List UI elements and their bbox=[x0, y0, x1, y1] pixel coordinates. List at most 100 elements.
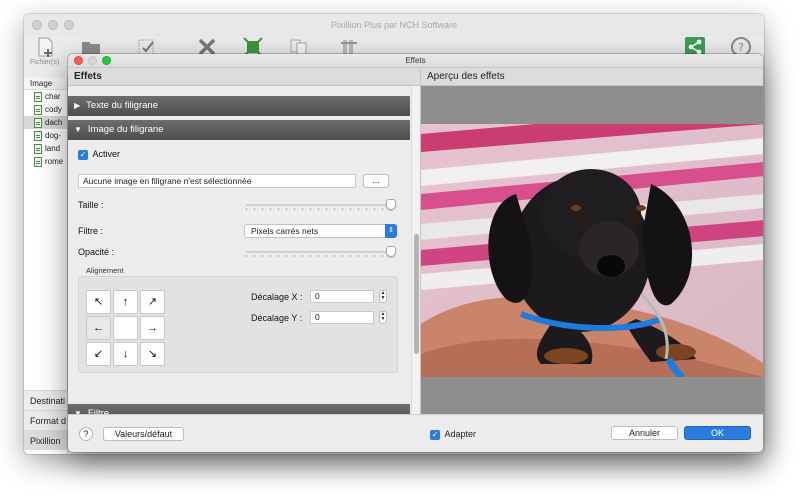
offset-x-stepper[interactable]: ▲ ▼ bbox=[379, 290, 387, 303]
offset-x-label: Décalage X : bbox=[251, 292, 303, 302]
ok-button[interactable]: OK bbox=[684, 426, 751, 440]
image-file-icon bbox=[34, 91, 42, 102]
file-list-item[interactable]: rome bbox=[24, 155, 67, 168]
section-texte-label: Texte du filigrane bbox=[86, 100, 158, 111]
destination-row[interactable]: Destinati bbox=[24, 390, 68, 410]
zoom-window-button[interactable] bbox=[64, 20, 74, 30]
offset-y-field[interactable]: 0 bbox=[310, 311, 374, 324]
preview-header: Aperçu des effets bbox=[420, 68, 763, 86]
file-name: dog- bbox=[45, 131, 62, 140]
align-bottom-left-button[interactable]: ↙ bbox=[86, 342, 111, 366]
help-button[interactable]: ? bbox=[79, 427, 93, 441]
offset-y-stepper[interactable]: ▲ ▼ bbox=[379, 311, 387, 324]
file-name: cody bbox=[45, 105, 62, 114]
dialog-zoom-button[interactable] bbox=[102, 56, 111, 65]
effects-scrollbar[interactable] bbox=[411, 86, 420, 414]
image-file-icon bbox=[34, 130, 42, 141]
section-filtre[interactable]: ▼ Filtre bbox=[68, 404, 410, 414]
image-file-icon bbox=[34, 143, 42, 154]
offset-y-label: Décalage Y : bbox=[251, 313, 303, 323]
dialog-minimize-button[interactable] bbox=[88, 56, 97, 65]
image-file-icon bbox=[34, 156, 42, 167]
file-list: char cody dach dog-land rome bbox=[24, 90, 67, 168]
image-file-icon bbox=[34, 104, 42, 115]
taille-label: Taille : bbox=[78, 200, 104, 210]
watermark-image-field[interactable]: Aucune image en filigrane n'est sélectio… bbox=[78, 174, 356, 188]
align-top-button[interactable]: ↑ bbox=[113, 290, 138, 314]
section-texte-filigrane[interactable]: ▶ Texte du filigrane bbox=[68, 96, 410, 116]
pixillion-row[interactable]: Pixillion P bbox=[24, 430, 68, 450]
file-name: rome bbox=[45, 157, 64, 166]
dialog-close-button[interactable] bbox=[74, 56, 83, 65]
expand-arrow-icon: ▶ bbox=[74, 101, 81, 110]
slider-track bbox=[246, 204, 396, 206]
adapter-label: Adapter bbox=[444, 429, 477, 439]
scrollbar-thumb[interactable] bbox=[414, 234, 419, 354]
slider-ticks bbox=[246, 208, 396, 210]
file-name: dach bbox=[45, 118, 63, 127]
minimize-window-button[interactable] bbox=[48, 20, 58, 30]
effects-list: ▶ Texte du filigrane ▼ Image du filigran… bbox=[68, 86, 420, 414]
dialog-bottom-bar: ? Valeurs/défaut ✓ Adapter Annuler OK bbox=[68, 414, 763, 452]
browse-button[interactable]: ... bbox=[363, 174, 389, 188]
dialog-window-controls bbox=[74, 56, 111, 65]
add-file-icon bbox=[38, 37, 53, 57]
align-top-right-button[interactable]: ↗ bbox=[140, 290, 165, 314]
file-list-item[interactable]: dach bbox=[24, 116, 67, 129]
file-name: char bbox=[45, 92, 61, 101]
align-right-button[interactable]: → bbox=[140, 316, 165, 340]
chevron-updown-icon: ⇕ bbox=[385, 224, 397, 238]
add-files-tool[interactable]: Fichier(s) bbox=[30, 36, 59, 66]
slider-thumb[interactable] bbox=[386, 246, 396, 257]
activer-checkbox[interactable]: ✓ Activer bbox=[78, 149, 120, 160]
dog-photo bbox=[421, 124, 763, 377]
alignement-label: Alignement bbox=[86, 266, 124, 275]
file-list-item[interactable]: cody bbox=[24, 103, 67, 116]
opacite-slider[interactable] bbox=[246, 246, 396, 258]
image-column-header[interactable]: Image bbox=[24, 78, 67, 90]
section-filtre-label: Filtre bbox=[87, 408, 110, 414]
align-bottom-button[interactable]: ↓ bbox=[113, 342, 138, 366]
checkmark-icon: ✓ bbox=[430, 429, 440, 440]
file-list-item[interactable]: dog- bbox=[24, 129, 67, 142]
opacite-label: Opacité : bbox=[78, 247, 115, 257]
filtre-selected-value: Pixels carrés nets bbox=[251, 226, 319, 236]
align-top-left-button[interactable]: ↖ bbox=[86, 290, 111, 314]
dialog-titlebar: Effets bbox=[68, 54, 763, 68]
section-image-label: Image du filigrane bbox=[87, 124, 164, 135]
offset-x-field[interactable]: 0 bbox=[310, 290, 374, 303]
add-files-label: Fichier(s) bbox=[30, 59, 60, 66]
file-list-item[interactable]: land bbox=[24, 142, 67, 155]
filtre-label: Filtre : bbox=[78, 226, 104, 236]
svg-text:?: ? bbox=[738, 41, 744, 54]
preview-area bbox=[420, 86, 763, 414]
slider-track bbox=[246, 251, 396, 253]
activer-label: Activer bbox=[92, 149, 121, 159]
filtre-select[interactable]: Pixels carrés nets ⇕ bbox=[244, 224, 397, 238]
image-file-icon bbox=[34, 117, 42, 128]
cancel-button[interactable]: Annuler bbox=[611, 426, 678, 440]
align-center-button[interactable] bbox=[113, 316, 138, 340]
dog-photo-preview bbox=[421, 124, 763, 377]
section-image-filigrane[interactable]: ▼ Image du filigrane bbox=[68, 120, 410, 140]
alignement-group: ↖ ↑ ↗ ← → ↙ ↓ ↘ Décalage X : 0 ▲ ▼ Décalage Y : … bbox=[78, 276, 398, 373]
effects-dialog: Effets Effets Aperçu des effets ▶ Texte … bbox=[68, 54, 763, 452]
align-left-button[interactable]: ← bbox=[86, 316, 111, 340]
window-controls bbox=[32, 20, 74, 30]
file-list-item[interactable]: char bbox=[24, 90, 67, 103]
close-window-button[interactable] bbox=[32, 20, 42, 30]
defaults-button[interactable]: Valeurs/défaut bbox=[103, 427, 184, 441]
file-name: land bbox=[45, 144, 61, 153]
dialog-title: Effets bbox=[405, 56, 426, 65]
slider-thumb[interactable] bbox=[386, 199, 396, 210]
main-titlebar: Pixillion Plus par NCH Software bbox=[24, 14, 764, 36]
effects-header: Effets bbox=[68, 68, 420, 86]
collapse-arrow-icon: ▼ bbox=[74, 409, 82, 414]
main-window-title: Pixillion Plus par NCH Software bbox=[330, 20, 458, 30]
align-bottom-right-button[interactable]: ↘ bbox=[140, 342, 165, 366]
collapse-arrow-icon: ▼ bbox=[74, 125, 82, 134]
checkmark-icon: ✓ bbox=[78, 149, 88, 160]
taille-slider[interactable] bbox=[246, 199, 396, 211]
adapter-checkbox[interactable]: ✓ Adapter bbox=[430, 429, 476, 440]
format-row[interactable]: Format d bbox=[24, 410, 68, 430]
